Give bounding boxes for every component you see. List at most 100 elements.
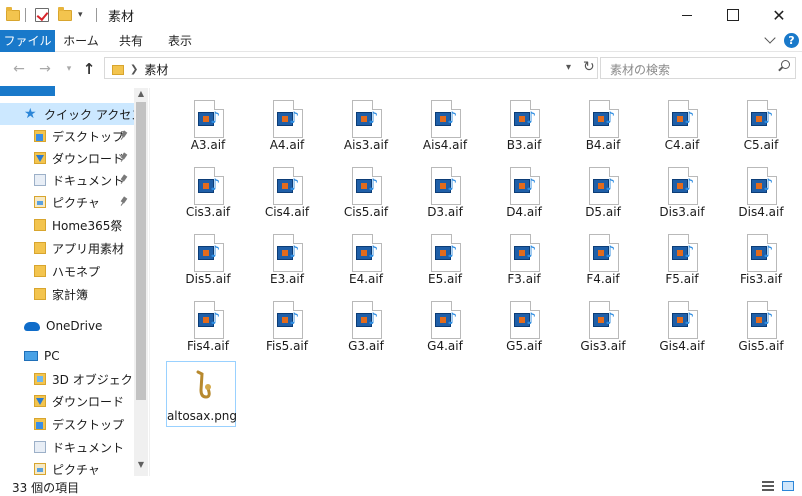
audio-file-item[interactable]: ♪ Cis3.aif	[172, 159, 244, 225]
music-note-icon: ♪	[763, 108, 774, 127]
large-icons-view-icon[interactable]	[782, 481, 794, 491]
audio-file-item[interactable]: ♪ Dis4.aif	[725, 159, 797, 225]
recent-locations-chevron-icon[interactable]: ▾	[60, 60, 78, 78]
folder-icon	[34, 219, 46, 231]
audio-file-item[interactable]: ♪ Gis5.aif	[725, 293, 797, 359]
audio-file-item[interactable]: ♪ B4.aif	[567, 92, 639, 158]
nav-item-downloads[interactable]: ダウンロード	[0, 147, 134, 169]
minimize-button[interactable]	[664, 0, 710, 30]
nav-item-pc-documents[interactable]: ドキュメント	[0, 436, 134, 458]
maximize-button[interactable]	[710, 0, 756, 30]
file-name: B4.aif	[585, 138, 621, 152]
audio-file-item[interactable]: ♪ G3.aif	[330, 293, 402, 359]
cloud-icon	[24, 321, 40, 331]
pin-icon	[120, 131, 128, 141]
audio-file-item[interactable]: ♪ Fis4.aif	[172, 293, 244, 359]
music-note-icon: ♪	[605, 309, 616, 328]
music-note-icon: ♪	[605, 175, 616, 194]
separator	[96, 7, 97, 23]
scroll-up-icon[interactable]: ▲	[137, 89, 145, 98]
close-button[interactable]: ✕	[756, 0, 802, 30]
audio-file-item[interactable]: ♪ Dis3.aif	[646, 159, 718, 225]
audio-file-item[interactable]: ♪ G4.aif	[409, 293, 481, 359]
audio-file-item[interactable]: ♪ E4.aif	[330, 226, 402, 292]
music-note-icon: ♪	[605, 108, 616, 127]
address-dropdown-icon[interactable]: ▾	[566, 62, 571, 73]
properties-icon[interactable]	[35, 7, 49, 23]
audio-file-item[interactable]: ♪ D5.aif	[567, 159, 639, 225]
nav-item-hamonepu[interactable]: ハモネプ	[0, 260, 134, 282]
music-note-icon: ♪	[289, 175, 300, 194]
image-file-item[interactable]: altosax.png	[166, 361, 237, 427]
nav-item-pictures[interactable]: ピクチャ	[0, 191, 134, 213]
scroll-down-icon[interactable]: ▼	[137, 460, 145, 469]
back-arrow-icon[interactable]: ←	[10, 60, 28, 78]
audio-file-item[interactable]: ♪ Ais4.aif	[409, 92, 481, 158]
nav-item-label: ハモネプ	[52, 264, 101, 279]
navigation-scrollbar[interactable]: ▲ ▼	[134, 88, 148, 476]
audio-file-item[interactable]: ♪ Ais3.aif	[330, 92, 402, 158]
file-name: G5.aif	[506, 339, 542, 353]
audio-file-item[interactable]: ♪ D4.aif	[488, 159, 560, 225]
audio-file-item[interactable]: ♪ E5.aif	[409, 226, 481, 292]
audio-file-item[interactable]: ♪ G5.aif	[488, 293, 560, 359]
audio-file-item[interactable]: ♪ Dis5.aif	[172, 226, 244, 292]
file-name: Ais3.aif	[343, 138, 389, 152]
audio-file-item[interactable]: ♪ A3.aif	[172, 92, 244, 158]
audio-file-item[interactable]: ♪ E3.aif	[251, 226, 323, 292]
folder-icon	[34, 288, 46, 300]
search-icon[interactable]	[778, 60, 790, 72]
quick-access-dropdown-icon[interactable]: ▾	[78, 7, 83, 23]
scrollbar-thumb[interactable]	[136, 102, 146, 400]
nav-item-desktop[interactable]: デスクトップ	[0, 125, 134, 147]
breadcrumb-item[interactable]: 素材	[144, 61, 168, 78]
file-name: F5.aif	[665, 272, 699, 286]
tab-home[interactable]: ホーム	[60, 30, 102, 52]
audio-file-item[interactable]: ♪ C4.aif	[646, 92, 718, 158]
tab-share[interactable]: 共有	[114, 30, 148, 52]
nav-quick-access[interactable]: ★ クイック アクセス	[0, 103, 143, 125]
documents-folder-icon	[34, 441, 46, 453]
search-placeholder: 素材の検索	[610, 63, 671, 77]
nav-pc[interactable]: PC	[0, 345, 134, 367]
audio-file-item[interactable]: ♪ Fis3.aif	[725, 226, 797, 292]
audio-file-item[interactable]: ♪ F5.aif	[646, 226, 718, 292]
file-name: Fis3.aif	[740, 272, 782, 286]
audio-file-item[interactable]: ♪ Gis3.aif	[567, 293, 639, 359]
audio-file-item[interactable]: ♪ Fis5.aif	[251, 293, 323, 359]
pin-icon	[120, 175, 128, 185]
file-name: G4.aif	[427, 339, 463, 353]
nav-item-pc-desktop[interactable]: デスクトップ	[0, 413, 134, 435]
details-view-icon[interactable]	[762, 481, 774, 491]
nav-onedrive[interactable]: OneDrive	[0, 315, 134, 337]
audio-file-item[interactable]: ♪ B3.aif	[488, 92, 560, 158]
help-icon[interactable]: ?	[784, 33, 799, 48]
audio-file-item[interactable]: ♪ F3.aif	[488, 226, 560, 292]
nav-item-3d-objects[interactable]: 3D オブジェクト	[0, 368, 145, 390]
nav-item-home365[interactable]: Home365祭	[0, 214, 134, 236]
new-folder-icon[interactable]	[58, 6, 72, 23]
nav-item-label: ダウンロード	[52, 394, 125, 409]
audio-file-item[interactable]: ♪ Cis5.aif	[330, 159, 402, 225]
nav-item-household[interactable]: 家計簿	[0, 283, 134, 305]
audio-file-item[interactable]: ♪ D3.aif	[409, 159, 481, 225]
address-bar[interactable]	[104, 57, 598, 79]
refresh-icon[interactable]: ↻	[583, 59, 595, 75]
file-name: D5.aif	[585, 205, 621, 219]
tab-view[interactable]: 表示	[164, 30, 196, 52]
expand-ribbon-chevron-icon[interactable]	[763, 33, 777, 47]
audio-file-item[interactable]: ♪ Gis4.aif	[646, 293, 718, 359]
audio-file-item[interactable]: ♪ A4.aif	[251, 92, 323, 158]
audio-file-item[interactable]: ♪ Cis4.aif	[251, 159, 323, 225]
nav-item-app-assets[interactable]: アプリ用素材	[0, 237, 134, 259]
forward-arrow-icon[interactable]: →	[36, 60, 54, 78]
up-arrow-icon[interactable]: ↑	[80, 60, 98, 78]
file-name: F3.aif	[507, 272, 541, 286]
nav-item-documents[interactable]: ドキュメント	[0, 169, 134, 191]
nav-item-pc-pictures[interactable]: ピクチャ	[0, 458, 134, 476]
audio-file-item[interactable]: ♪ C5.aif	[725, 92, 797, 158]
nav-item-pc-downloads[interactable]: ダウンロード	[0, 390, 134, 412]
chevron-right-icon[interactable]: ❯	[130, 64, 138, 75]
nav-item-label: アプリ用素材	[52, 241, 125, 256]
audio-file-item[interactable]: ♪ F4.aif	[567, 226, 639, 292]
